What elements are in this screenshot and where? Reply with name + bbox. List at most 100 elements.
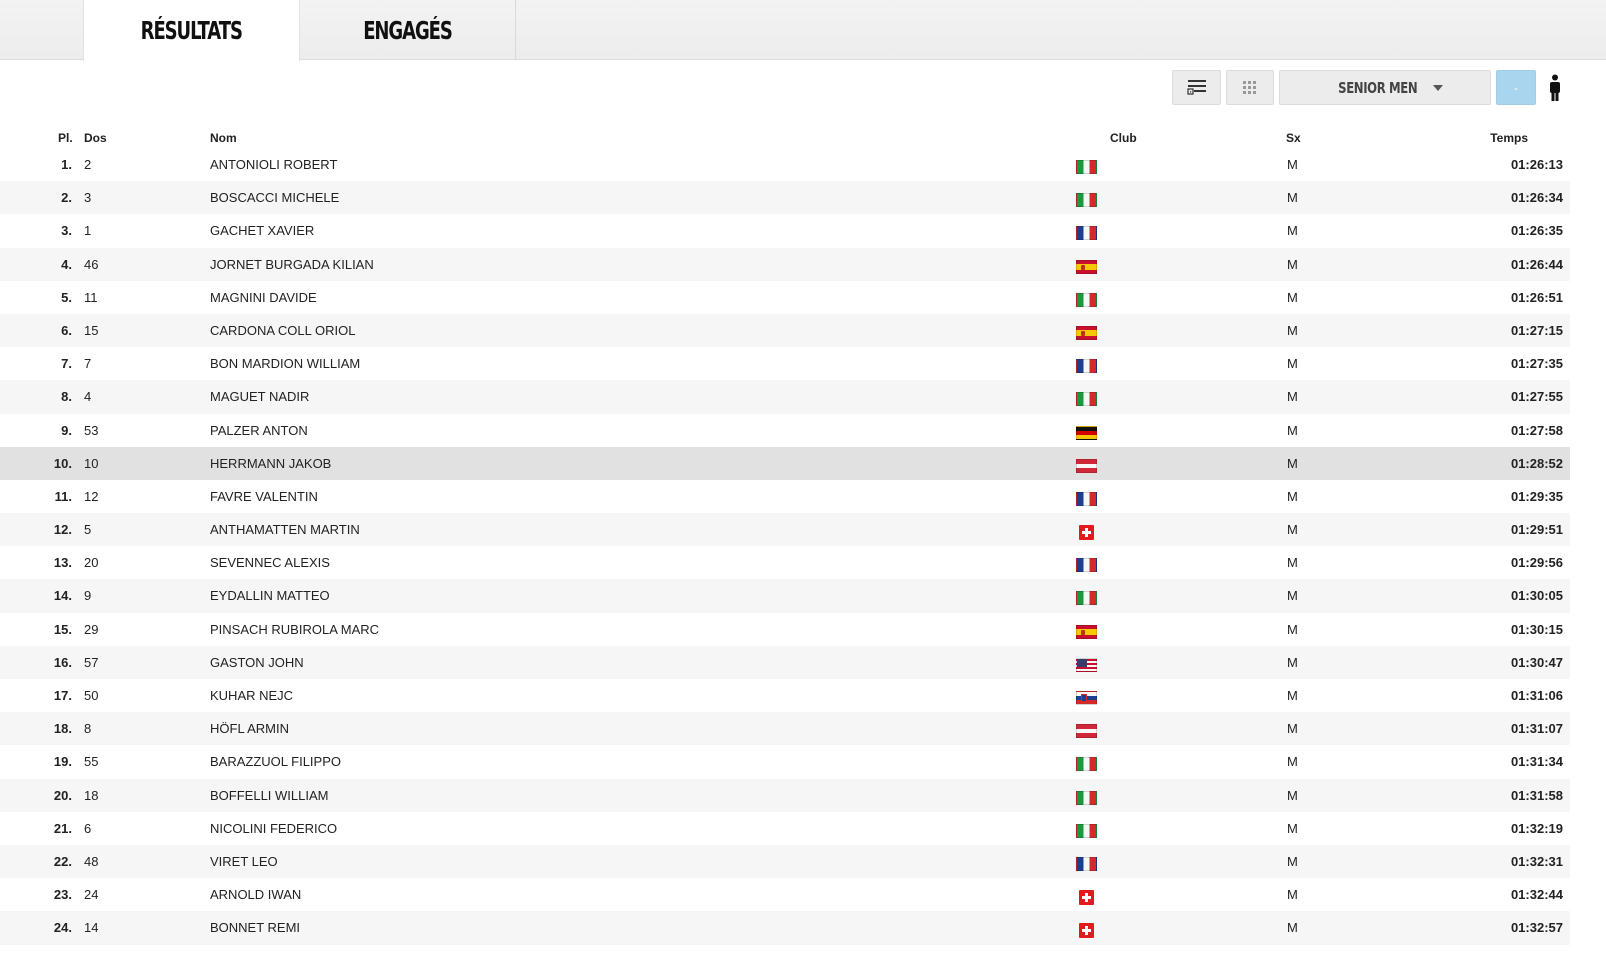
row-name[interactable]: NICOLINI FEDERICO — [210, 821, 337, 836]
flag-it-icon — [1076, 591, 1097, 606]
flag-fr-icon — [1076, 359, 1097, 374]
row-bib: 55 — [84, 754, 99, 770]
row-club — [1076, 359, 1097, 374]
table-row[interactable]: 9. 53 PALZER ANTON M 01:27:58 — [0, 414, 1570, 447]
table-row[interactable]: 16. 57 GASTON JOHN M 01:30:47 — [0, 645, 1570, 679]
gender-filter-button[interactable]: - — [1496, 70, 1536, 105]
table-row[interactable]: 5. 11 MAGNINI DAVIDE M 01:26:51 — [0, 281, 1570, 314]
row-time: 01:32:31 — [1510, 853, 1563, 869]
table-row[interactable]: 14. 9 EYDALLIN MATTEO M 01:30:05 — [0, 579, 1570, 613]
row-name[interactable]: KUHAR NEJC — [210, 688, 293, 703]
row-name[interactable]: SEVENNEC ALEXIS — [210, 555, 330, 570]
header-bib[interactable]: Dos — [84, 131, 107, 145]
row-place: 21. — [53, 820, 72, 836]
table-row[interactable]: 15. 29 PINSACH RUBIROLA MARC M 01:30:15 — [0, 613, 1570, 646]
row-name[interactable]: EYDALLIN MATTEO — [210, 588, 330, 603]
header-club[interactable]: Club — [1110, 131, 1137, 145]
flag-it-icon — [1076, 823, 1097, 838]
row-bib: 4 — [84, 389, 92, 405]
results-table-body: 1. 2 ANTONIOLI ROBERT M 01:26:13 2. 3 BOSCACCI … — [0, 148, 1570, 945]
table-row[interactable]: 17. 50 KUHAR NEJC M 01:31:06 — [0, 679, 1570, 712]
list-view-button[interactable] — [1172, 70, 1221, 105]
row-name[interactable]: MAGNINI DAVIDE — [210, 290, 317, 305]
table-row[interactable]: 13. 20 SEVENNEC ALEXIS M 01:29:56 — [0, 546, 1570, 579]
row-bib: 1 — [84, 223, 92, 239]
row-club — [1076, 425, 1097, 440]
flag-es-icon — [1076, 259, 1097, 274]
chevron-down-icon — [1432, 84, 1443, 91]
row-place: 3. — [61, 223, 72, 239]
row-sex: M — [1287, 688, 1298, 703]
flag-it-icon — [1076, 193, 1097, 208]
table-row[interactable]: 23. 24 ARNOLD IWAN M 01:32:44 — [0, 878, 1570, 911]
tab-entries-label: Engagés — [363, 15, 453, 45]
row-name[interactable]: BOSCACCI MICHELE — [210, 190, 339, 205]
row-bib: 2 — [84, 157, 92, 172]
row-name[interactable]: ANTONIOLI ROBERT — [210, 157, 337, 172]
table-row[interactable]: 21. 6 NICOLINI FEDERICO M 01:32:19 — [0, 812, 1570, 845]
row-sex: M — [1287, 455, 1298, 471]
table-row[interactable]: 18. 8 HÖFL ARMIN M 01:31:07 — [0, 712, 1570, 746]
flag-it-icon — [1076, 160, 1097, 174]
table-row[interactable]: 1. 2 ANTONIOLI ROBERT M 01:26:13 — [0, 148, 1570, 181]
row-time: 01:28:52 — [1510, 455, 1563, 471]
row-bib: 9 — [84, 588, 92, 604]
flag-ch-icon — [1079, 890, 1094, 906]
header-sex[interactable]: Sx — [1286, 131, 1301, 145]
row-name[interactable]: HERRMANN JAKOB — [210, 456, 331, 471]
row-club — [1076, 890, 1094, 906]
table-row[interactable]: 19. 55 BARAZZUOL FILIPPO M 01:31:34 — [0, 745, 1570, 778]
header-name[interactable]: Nom — [210, 131, 237, 145]
row-name[interactable]: PINSACH RUBIROLA MARC — [210, 622, 379, 637]
header-place[interactable]: Pl. — [58, 131, 73, 145]
table-row[interactable]: 6. 15 CARDONA COLL ORIOL M 01:27:15 — [0, 313, 1570, 348]
row-time: 01:26:13 — [1510, 157, 1563, 172]
header-time[interactable]: Temps — [1490, 131, 1528, 145]
table-row[interactable]: 24. 14 BONNET REMI M 01:32:57 — [0, 911, 1570, 945]
tab-results-label: Résultats — [140, 16, 243, 45]
flag-de-icon — [1076, 425, 1097, 440]
row-name[interactable]: PALZER ANTON — [210, 423, 308, 438]
row-name[interactable]: MAGUET NADIR — [210, 389, 309, 404]
row-sex: M — [1287, 820, 1298, 836]
row-name[interactable]: GACHET XAVIER — [210, 223, 314, 238]
row-name[interactable]: GASTON JOHN — [210, 655, 304, 670]
row-name[interactable]: BON MARDION WILLIAM — [210, 356, 360, 371]
tab-bar: Résultats Engagés — [0, 0, 1606, 61]
row-bib: 11 — [84, 289, 98, 305]
flag-at-icon — [1076, 458, 1097, 473]
row-name[interactable]: VIRET LEO — [210, 854, 278, 869]
row-name[interactable]: HÖFL ARMIN — [210, 721, 289, 736]
person-filter-button[interactable] — [1540, 70, 1570, 105]
table-row[interactable]: 8. 4 MAGUET NADIR M 01:27:55 — [0, 380, 1570, 414]
row-sex: M — [1287, 223, 1298, 239]
row-name[interactable]: ARNOLD IWAN — [210, 887, 301, 902]
row-sex: M — [1287, 190, 1298, 206]
table-row[interactable]: 11. 12 FAVRE VALENTIN M 01:29:35 — [0, 480, 1570, 513]
table-row[interactable]: 20. 18 BOFFELLI WILLIAM M 01:31:58 — [0, 778, 1570, 812]
table-row[interactable]: 12. 5 ANTHAMATTEN MARTIN M 01:29:51 — [0, 513, 1570, 547]
table-row[interactable]: 7. 7 BON MARDION WILLIAM M 01:27:35 — [0, 347, 1570, 380]
row-name[interactable]: BARAZZUOL FILIPPO — [210, 754, 341, 769]
table-row[interactable]: 10. 10 HERRMANN JAKOB M 01:28:52 — [0, 446, 1570, 480]
table-row[interactable]: 3. 1 GACHET XAVIER M 01:26:35 — [0, 214, 1570, 247]
row-bib: 5 — [84, 522, 92, 538]
row-place: 18. — [53, 721, 72, 737]
flag-fr-icon — [1076, 226, 1097, 241]
row-name[interactable]: BOFFELLI WILLIAM — [210, 788, 328, 803]
grid-view-button[interactable] — [1226, 70, 1274, 105]
row-time: 01:27:55 — [1510, 389, 1563, 405]
row-name[interactable]: CARDONA COLL ORIOL — [210, 323, 355, 338]
table-row[interactable]: 22. 48 VIRET LEO M 01:32:31 — [0, 844, 1570, 879]
row-time: 01:27:35 — [1510, 356, 1563, 372]
category-select[interactable]: SENIOR MEN — [1279, 70, 1491, 105]
row-name[interactable]: JORNET BURGADA KILIAN — [210, 257, 374, 272]
tab-entries[interactable]: Engagés — [300, 0, 516, 60]
row-name[interactable]: ANTHAMATTEN MARTIN — [210, 522, 360, 537]
row-sex: M — [1287, 356, 1298, 372]
row-name[interactable]: FAVRE VALENTIN — [210, 489, 318, 504]
table-row[interactable]: 4. 46 JORNET BURGADA KILIAN M 01:26:44 — [0, 247, 1570, 281]
tab-results[interactable]: Résultats — [83, 0, 300, 61]
table-row[interactable]: 2. 3 BOSCACCI MICHELE M 01:26:34 — [0, 181, 1570, 215]
row-name[interactable]: BONNET REMI — [210, 920, 300, 935]
